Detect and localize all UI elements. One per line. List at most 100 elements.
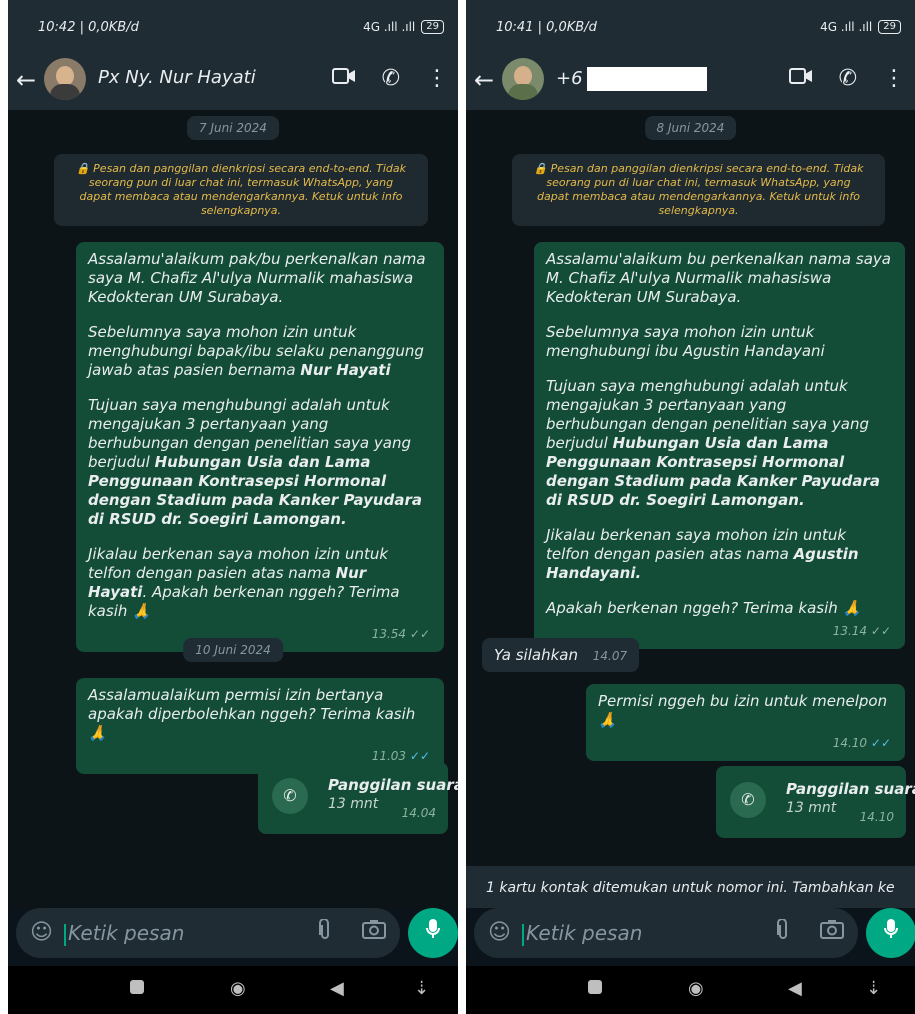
status-indicators: 4G .ıll .ıll 29 bbox=[363, 20, 444, 34]
message-input-bar[interactable]: ☺ Ketik pesan bbox=[16, 908, 400, 958]
message-paragraph: Jikalau berkenan saya mohon izin untuk t… bbox=[546, 526, 891, 583]
message-paragraph: Assalamu'alaikum bu perkenalkan nama say… bbox=[546, 250, 891, 306]
battery-indicator: 29 bbox=[878, 20, 901, 34]
message-paragraph: Jikalau berkenan saya mohon izin untuk t… bbox=[88, 545, 430, 621]
contact-name[interactable]: +6 bbox=[556, 67, 707, 91]
message-time: 14.07 bbox=[592, 649, 628, 663]
redaction-box bbox=[586, 67, 707, 91]
emoji-icon[interactable]: ☺ bbox=[488, 920, 511, 945]
contact-number: +6 bbox=[556, 68, 583, 89]
left-phone-screen: 10:42 | 0,0KB/d 4G .ıll .ıll 29 ← Px Ny.… bbox=[8, 0, 458, 1014]
message-paragraph: Sebelumnya saya mohon izin untuk menghub… bbox=[546, 323, 825, 360]
voice-call-icon[interactable]: ✆ bbox=[839, 66, 857, 92]
delivered-ticks-icon: ✓✓ bbox=[870, 624, 891, 638]
encryption-notice[interactable]: 🔒 Pesan dan panggilan dienkripsi secara … bbox=[512, 154, 885, 226]
header-actions: ✆ ⋮ bbox=[788, 66, 905, 92]
call-icon: ✆ bbox=[730, 782, 766, 818]
video-call-icon[interactable] bbox=[331, 66, 356, 92]
mic-button[interactable] bbox=[866, 908, 915, 958]
contact-name[interactable]: Px Ny. Nur Hayati bbox=[98, 67, 256, 88]
message-text: Ya silahkan bbox=[494, 646, 578, 664]
system-nav-bar: ◉ ◀ ⇣ bbox=[8, 966, 458, 1014]
message-input-bar[interactable]: ☺ Ketik pesan bbox=[474, 908, 858, 958]
signal-indicator: 4G .ıll .ıll bbox=[820, 20, 873, 34]
chat-area[interactable]: 7 Juni 2024 🔒 Pesan dan panggilan dienkr… bbox=[8, 110, 458, 909]
chat-area[interactable]: 8 Juni 2024 🔒 Pesan dan panggilan dienkr… bbox=[466, 110, 915, 909]
outgoing-message[interactable]: Assalamu'alaikum bu perkenalkan nama say… bbox=[534, 242, 905, 649]
contact-card-banner[interactable]: 1 kartu kontak ditemukan untuk nomor ini… bbox=[466, 866, 915, 908]
encryption-text: Pesan dan panggilan dienkripsi secara en… bbox=[79, 162, 407, 217]
read-ticks-icon: ✓✓ bbox=[870, 736, 891, 750]
home-icon[interactable]: ◉ bbox=[230, 978, 246, 999]
message-paragraph: Sebelumnya saya mohon izin untuk menghub… bbox=[88, 323, 430, 380]
recents-icon[interactable] bbox=[588, 978, 602, 999]
menu-icon[interactable]: ⋮ bbox=[883, 66, 905, 92]
notification-pull-icon[interactable]: ⇣ bbox=[414, 978, 429, 999]
battery-indicator: 29 bbox=[421, 20, 444, 34]
recents-icon[interactable] bbox=[130, 978, 144, 999]
contact-avatar[interactable] bbox=[44, 58, 86, 100]
read-ticks-icon: ✓✓ bbox=[409, 749, 430, 763]
call-icon: ✆ bbox=[272, 778, 308, 814]
outgoing-message[interactable]: Assalamualaikum permisi izin bertanya ap… bbox=[76, 678, 444, 774]
voice-call-bubble[interactable]: ✆ Panggilan suara 13 mnt 14.10 bbox=[716, 766, 915, 838]
mic-button[interactable] bbox=[408, 908, 458, 958]
date-chip: 10 Juni 2024 bbox=[183, 638, 283, 662]
call-duration: 13 mnt bbox=[786, 800, 837, 816]
message-time: 11.03 bbox=[371, 749, 407, 763]
system-nav-bar: ◉ ◀ ⇣ bbox=[466, 966, 915, 1014]
message-paragraph: Tujuan saya menghubungi adalah untuk men… bbox=[88, 396, 430, 529]
message-paragraph: Tujuan saya menghubungi adalah untuk men… bbox=[546, 377, 891, 510]
lock-icon: 🔒 bbox=[75, 162, 90, 175]
date-chip: 8 Juni 2024 bbox=[644, 116, 737, 140]
back-nav-icon[interactable]: ◀ bbox=[788, 978, 802, 999]
back-arrow-icon[interactable]: ← bbox=[16, 66, 36, 94]
emoji-icon[interactable]: ☺ bbox=[30, 920, 53, 945]
message-paragraph: Permisi nggeh bu izin untuk menelpon 🙏 bbox=[598, 692, 888, 729]
lock-icon: 🔒 bbox=[533, 162, 548, 175]
message-paragraph: Assalamu'alaikum pak/bu perkenalkan nama… bbox=[88, 250, 426, 306]
call-time: 14.04 bbox=[401, 806, 436, 820]
back-nav-icon[interactable]: ◀ bbox=[330, 978, 344, 999]
status-time: 10:41 | 0,0KB/d bbox=[496, 20, 597, 35]
call-title: Panggilan suara bbox=[328, 776, 458, 794]
message-meta: 14.10 ✓✓ bbox=[598, 734, 891, 753]
encryption-text: Pesan dan panggilan dienkripsi secara en… bbox=[537, 162, 864, 217]
call-title: Panggilan suara bbox=[786, 780, 915, 798]
message-bold-text: Nur Hayati bbox=[300, 361, 391, 379]
incoming-message[interactable]: Ya silahkan 14.07 bbox=[482, 638, 640, 672]
delivered-ticks-icon: ✓✓ bbox=[409, 627, 430, 641]
message-paragraph: Assalamualaikum permisi izin bertanya ap… bbox=[88, 686, 416, 742]
status-time: 10:42 | 0,0KB/d bbox=[38, 20, 139, 35]
message-time: 14.10 bbox=[832, 736, 868, 750]
contact-avatar[interactable] bbox=[502, 58, 544, 100]
status-bar: 10:42 | 0,0KB/d 4G .ıll .ıll 29 bbox=[8, 0, 458, 52]
outgoing-message[interactable]: Permisi nggeh bu izin untuk menelpon 🙏 1… bbox=[586, 684, 905, 761]
header-actions: ✆ ⋮ bbox=[331, 66, 448, 92]
message-input[interactable]: Ketik pesan bbox=[522, 921, 642, 946]
chat-header: ← +6 ✆ ⋮ bbox=[466, 52, 915, 110]
menu-icon[interactable]: ⋮ bbox=[426, 66, 448, 92]
camera-icon[interactable] bbox=[362, 919, 386, 944]
status-bar: 10:41 | 0,0KB/d 4G .ıll .ıll 29 bbox=[466, 0, 915, 52]
message-input[interactable]: Ketik pesan bbox=[64, 921, 184, 946]
voice-call-bubble[interactable]: ✆ Panggilan suara 13 mnt 14.04 bbox=[258, 762, 458, 834]
call-duration: 13 mnt bbox=[328, 796, 379, 812]
attach-icon[interactable] bbox=[776, 918, 790, 946]
encryption-notice[interactable]: 🔒 Pesan dan panggilan dienkripsi secara … bbox=[54, 154, 428, 226]
camera-icon[interactable] bbox=[820, 919, 844, 944]
outgoing-message[interactable]: Assalamu'alaikum pak/bu perkenalkan nama… bbox=[76, 242, 444, 652]
signal-indicator: 4G .ıll .ıll bbox=[363, 20, 416, 34]
message-time: 13.14 bbox=[832, 624, 868, 638]
video-call-icon[interactable] bbox=[788, 66, 813, 92]
date-chip: 7 Juni 2024 bbox=[187, 116, 279, 140]
notification-pull-icon[interactable]: ⇣ bbox=[866, 978, 881, 999]
status-indicators: 4G .ıll .ıll 29 bbox=[820, 20, 901, 34]
voice-call-icon[interactable]: ✆ bbox=[382, 66, 400, 92]
attach-icon[interactable] bbox=[318, 918, 332, 946]
chat-header: ← Px Ny. Nur Hayati ✆ ⋮ bbox=[8, 52, 458, 110]
message-time: 13.54 bbox=[371, 627, 407, 641]
call-time: 14.10 bbox=[859, 810, 894, 824]
home-icon[interactable]: ◉ bbox=[688, 978, 704, 999]
back-arrow-icon[interactable]: ← bbox=[474, 66, 494, 94]
